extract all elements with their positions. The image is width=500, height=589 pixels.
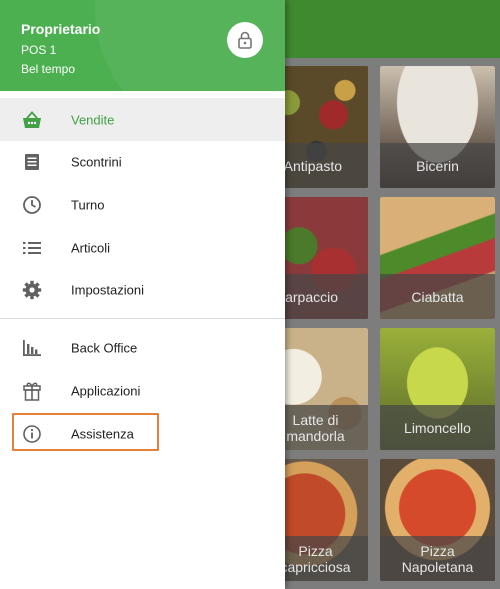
item-tile-pizza-napoletana[interactable]: Pizza Napoletana — [380, 459, 495, 581]
pos-name: POS 1 — [21, 43, 57, 57]
menu-item-label: Back Office — [71, 340, 138, 355]
menu-item-turno[interactable]: Turno — [0, 183, 285, 226]
menu-item-label: Vendite — [71, 112, 115, 127]
item-label: Ciabatta — [380, 274, 495, 319]
menu-item-applicazioni[interactable]: Applicazioni — [0, 369, 285, 412]
basket-icon — [22, 110, 42, 130]
menu-item-label: Articoli — [71, 240, 111, 255]
menu-item-back-office[interactable]: Back Office — [0, 326, 285, 369]
receipt-icon — [22, 152, 42, 172]
lock-icon — [238, 31, 252, 49]
menu-item-label: Turno — [71, 197, 105, 212]
menu-item-label: Impostazioni — [71, 282, 144, 297]
menu-item-vendite[interactable]: Vendite — [0, 98, 285, 141]
menu-item-articoli[interactable]: Articoli — [0, 226, 285, 269]
item-tile-ciabatta[interactable]: Ciabatta — [380, 197, 495, 319]
user-role: Proprietario — [21, 21, 101, 37]
item-tile-limoncello[interactable]: Limoncello — [380, 328, 495, 450]
list-icon — [22, 238, 42, 258]
menu-item-scontrini[interactable]: Scontrini — [0, 140, 285, 183]
navigation-drawer: Proprietario POS 1 Bel tempo Vendite Sco… — [0, 0, 285, 589]
clock-icon — [22, 195, 42, 215]
menu-item-label: Applicazioni — [71, 383, 141, 398]
store-name: Bel tempo — [21, 62, 76, 76]
gift-icon — [22, 381, 42, 401]
menu-item-label: Scontrini — [71, 154, 122, 169]
menu-item-impostazioni[interactable]: Impostazioni — [0, 268, 285, 311]
bar-chart-icon — [22, 338, 42, 358]
item-label: Limoncello — [380, 405, 495, 450]
item-tile-bicerin[interactable]: Bicerin — [380, 66, 495, 188]
highlight-box — [12, 413, 159, 451]
gear-icon — [22, 280, 42, 300]
item-label: Pizza Napoletana — [380, 536, 495, 581]
item-label: Bicerin — [380, 143, 495, 188]
lock-button[interactable] — [227, 22, 263, 58]
menu-divider — [0, 318, 285, 319]
